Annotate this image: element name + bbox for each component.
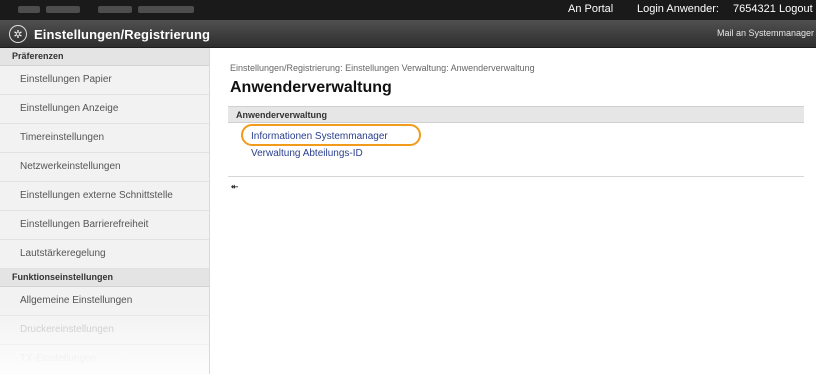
login-id: 7654321 xyxy=(733,3,776,15)
sidebar-item-netzwerkeinstellungen[interactable]: Netzwerkeinstellungen xyxy=(0,153,209,182)
sidebar-item-lautstaerkeregelung[interactable]: Lautstärkeregelung xyxy=(0,240,209,269)
blurred-device-info xyxy=(18,6,40,13)
portal-link[interactable]: An Portal xyxy=(568,3,613,15)
blurred-device-info xyxy=(138,6,194,13)
informationen-systemmanager-link[interactable]: Informationen Systemmanager xyxy=(251,131,388,142)
to-top-icon[interactable]: ⯬ xyxy=(231,181,238,192)
blurred-device-info xyxy=(46,6,80,13)
page-title: Anwenderverwaltung xyxy=(230,79,392,96)
sidebar-item-timereinstellungen[interactable]: Timereinstellungen xyxy=(0,124,209,153)
main-content: Einstellungen/Registrierung: Einstellung… xyxy=(211,48,816,374)
sidebar-item-externe-schnittstelle[interactable]: Einstellungen externe Schnittstelle xyxy=(0,182,209,211)
blurred-device-info xyxy=(98,6,132,13)
top-bar: An Portal Login Anwender: 7654321 Logout xyxy=(0,0,816,20)
sidebar: Präferenzen Einstellungen Papier Einstel… xyxy=(0,48,210,374)
logout-link[interactable]: Logout xyxy=(779,3,813,15)
sidebar-item-tx-einstellungen[interactable]: TX-Einstellungen xyxy=(0,345,209,374)
breadcrumb: Einstellungen/Registrierung: Einstellung… xyxy=(230,63,535,73)
panel-header: Anwenderverwaltung xyxy=(228,106,804,123)
sidebar-section-funktionseinstellungen: Funktionseinstellungen xyxy=(0,269,209,287)
login-label: Login Anwender: xyxy=(637,3,719,15)
sidebar-item-einstellungen-anzeige[interactable]: Einstellungen Anzeige xyxy=(0,95,209,124)
sidebar-section-praeferenzen: Präferenzen xyxy=(0,48,209,66)
title-bar: ✲ Einstellungen/Registrierung Mail an Sy… xyxy=(0,20,816,48)
sidebar-item-barrierefreiheit[interactable]: Einstellungen Barrierefreiheit xyxy=(0,211,209,240)
mail-systemmanager-link[interactable]: Mail an Systemmanager xyxy=(717,28,814,38)
sidebar-item-druckereinstellungen[interactable]: Druckereinstellungen xyxy=(0,316,209,345)
app-title: Einstellungen/Registrierung xyxy=(34,27,211,42)
sidebar-item-allgemeine-einstellungen[interactable]: Allgemeine Einstellungen xyxy=(0,287,209,316)
settings-icon: ✲ xyxy=(9,25,27,43)
verwaltung-abteilungs-id-link[interactable]: Verwaltung Abteilungs-ID xyxy=(251,148,363,159)
sidebar-item-einstellungen-papier[interactable]: Einstellungen Papier xyxy=(0,66,209,95)
divider xyxy=(228,176,804,177)
